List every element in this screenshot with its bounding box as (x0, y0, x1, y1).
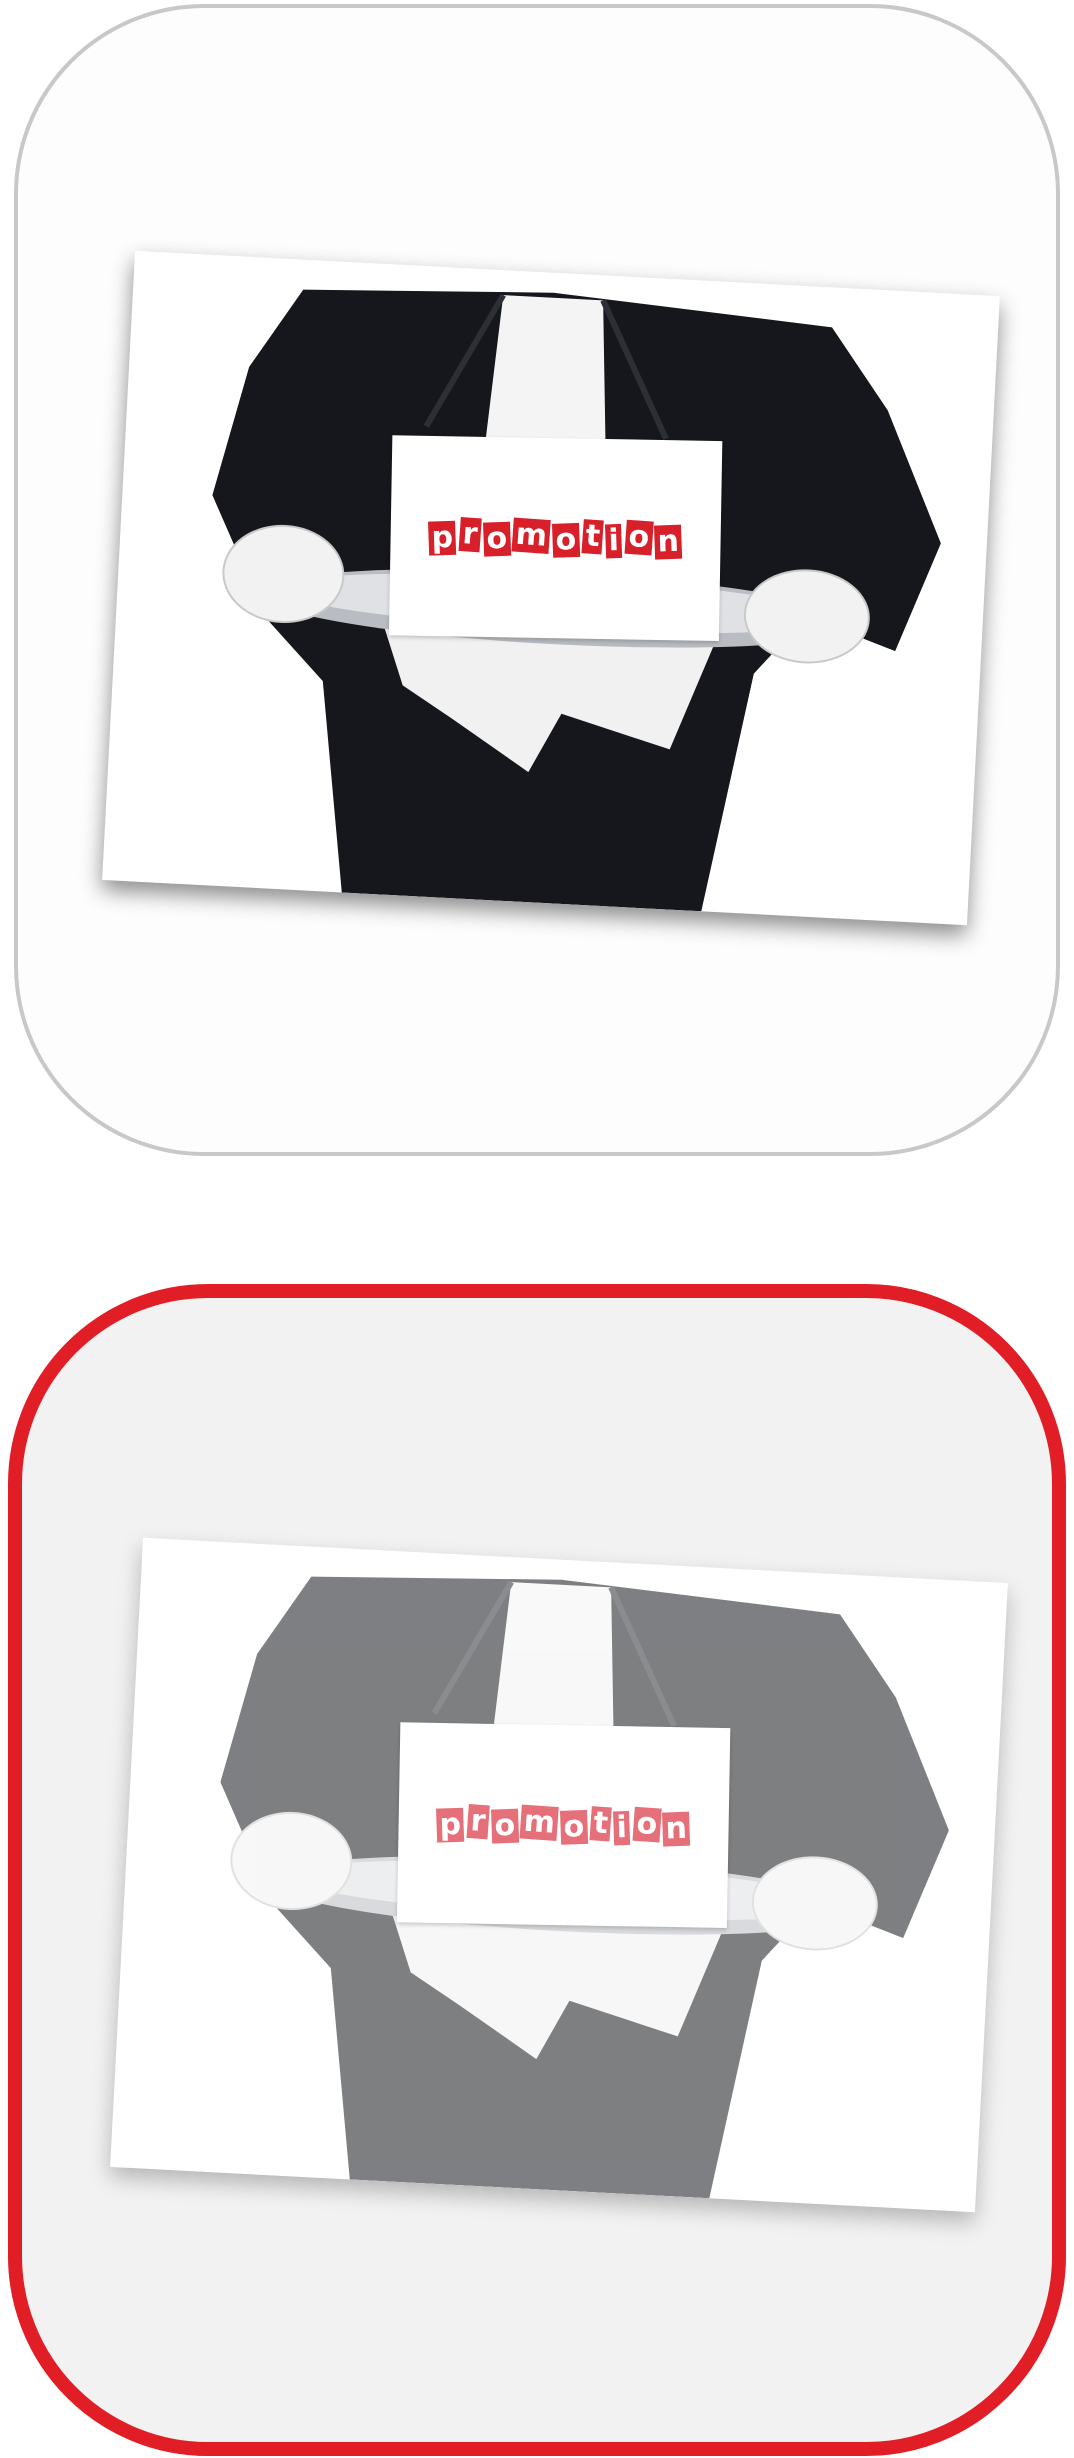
promotion-sign-text: promotion (428, 516, 683, 560)
sign-letter: o (560, 1809, 589, 1845)
promotion-butler-icon: promotion (110, 1537, 1008, 2213)
sign-letter: r (466, 1803, 490, 1840)
sign-letter: o (624, 519, 654, 556)
promotion-sign: promotion (388, 435, 723, 642)
sign-letter: o (632, 1806, 662, 1843)
sign-letter: n (662, 1811, 691, 1847)
promotion-tile-default[interactable]: promotion (14, 4, 1060, 1156)
sign-letter: r (458, 516, 482, 553)
sign-letter: n (654, 524, 683, 560)
sign-letter: m (519, 1804, 560, 1842)
sign-letter: i (605, 523, 623, 559)
sign-letter: p (436, 1807, 465, 1843)
promotion-sign: promotion (396, 1722, 731, 1929)
promotion-tile-selected[interactable]: promotion (8, 1284, 1066, 2456)
sign-letter: p (428, 520, 457, 556)
sign-letter: o (552, 522, 581, 558)
sign-letter: i (613, 1810, 631, 1846)
sign-letter: o (482, 521, 511, 557)
sign-letter: t (589, 1805, 613, 1842)
sign-letter: m (511, 517, 552, 555)
sign-letter: o (490, 1808, 519, 1844)
promotion-sign-text: promotion (436, 1803, 691, 1847)
sign-letter: t (581, 518, 605, 555)
promotion-butler-icon: promotion (102, 250, 1000, 926)
